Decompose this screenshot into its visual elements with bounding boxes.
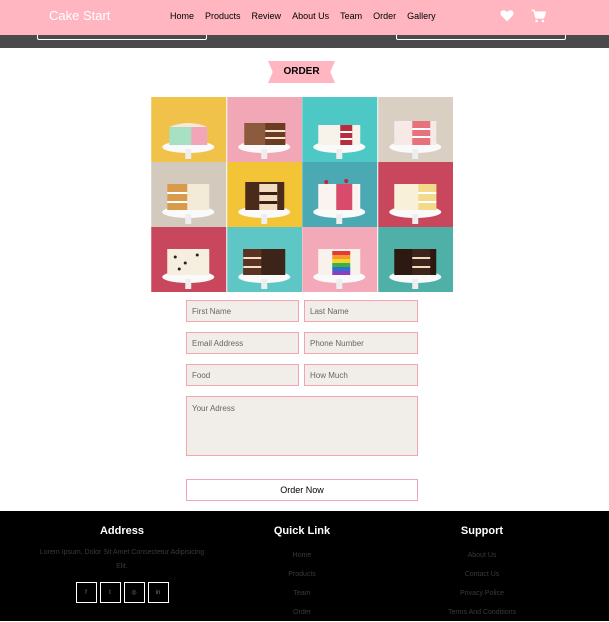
- facebook-icon[interactable]: f: [75, 582, 97, 603]
- nav-link-products[interactable]: Products: [205, 11, 241, 21]
- instagram-icon[interactable]: ◎: [123, 582, 145, 603]
- footer-link-about-us[interactable]: About Us: [432, 546, 532, 565]
- footer-address-text: Lorem Ipsum, Dolor Sit Amet Consectetur …: [39, 549, 205, 570]
- first-name-input[interactable]: First Name: [186, 300, 299, 322]
- brand-logo[interactable]: Cake Start: [49, 8, 110, 23]
- footer-quick-link-column: Quick Link Home Products Team Order: [252, 525, 352, 622]
- footer-link-team[interactable]: Team: [252, 584, 352, 603]
- linkedin-icon[interactable]: in: [147, 582, 169, 603]
- phone-input[interactable]: Phone Number: [304, 332, 418, 354]
- navbar: Cake Start Home Products Review About Us…: [0, 0, 609, 35]
- footer: Address Lorem Ipsum, Dolor Sit Amet Cons…: [0, 511, 609, 621]
- footer-link-order[interactable]: Order: [252, 603, 352, 622]
- cake-tile: [377, 162, 454, 227]
- nav-link-home[interactable]: Home: [170, 11, 194, 21]
- footer-link-privacy[interactable]: Privacy Police: [432, 584, 532, 603]
- nav-link-about-us[interactable]: About Us: [292, 11, 329, 21]
- footer-address-title: Address: [99, 525, 145, 537]
- social-links: f t ◎ in: [36, 582, 208, 603]
- twitter-icon[interactable]: t: [99, 582, 121, 603]
- cake-tile: [377, 97, 454, 162]
- last-name-input[interactable]: Last Name: [304, 300, 418, 322]
- nav-link-order[interactable]: Order: [373, 11, 396, 21]
- nav-link-gallery[interactable]: Gallery: [407, 11, 436, 21]
- order-now-button[interactable]: Order Now: [186, 479, 418, 501]
- section-title: ORDER: [283, 66, 320, 77]
- cake-tile: [226, 227, 303, 292]
- footer-address-column: Address Lorem Ipsum, Dolor Sit Amet Cons…: [36, 525, 208, 603]
- section-title-ribbon: ORDER: [268, 61, 335, 83]
- footer-link-home[interactable]: Home: [252, 546, 352, 565]
- cake-tile: [151, 227, 227, 292]
- cake-tile: [151, 97, 227, 162]
- cake-tile: [302, 162, 378, 227]
- strip-input-right: [396, 35, 566, 40]
- cake-tile: [226, 97, 303, 162]
- footer-link-contact-us[interactable]: Contact Us: [432, 565, 532, 584]
- address-textarea[interactable]: Your Adress: [186, 396, 418, 456]
- food-input[interactable]: Food: [186, 364, 299, 386]
- cake-tile: [302, 227, 378, 292]
- email-input[interactable]: Email Address: [186, 332, 299, 354]
- cake-gallery-image: [151, 97, 453, 292]
- nav-menu: Home Products Review About Us Team Order…: [170, 11, 447, 21]
- cake-tile: [226, 162, 303, 227]
- nav-icons: [500, 9, 563, 28]
- heart-icon[interactable]: [500, 9, 514, 28]
- footer-quick-link-title: Quick Link: [273, 525, 331, 537]
- nav-link-team[interactable]: Team: [340, 11, 362, 21]
- footer-support-column: Support About Us Contact Us Privacy Poli…: [432, 525, 532, 622]
- nav-link-review[interactable]: Review: [252, 11, 282, 21]
- cart-icon[interactable]: [531, 9, 547, 28]
- cake-tile: [302, 97, 378, 162]
- strip-input-left: [37, 35, 207, 40]
- footer-link-terms[interactable]: Terms And Conditions: [432, 603, 532, 622]
- cake-tile: [377, 227, 454, 292]
- footer-link-products[interactable]: Products: [252, 565, 352, 584]
- hero-strip: [0, 35, 609, 48]
- footer-support-title: Support: [460, 525, 504, 537]
- how-much-input[interactable]: How Much: [304, 364, 418, 386]
- cake-tile: [151, 162, 227, 227]
